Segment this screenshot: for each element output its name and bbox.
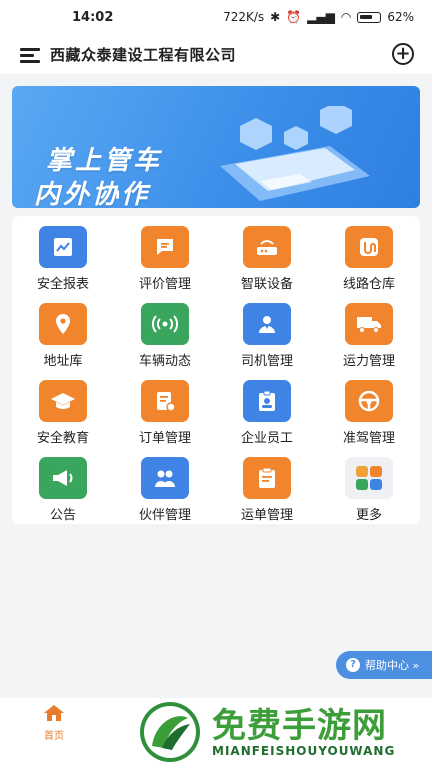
- grid-item-label: 伙伴管理: [138, 508, 191, 523]
- grid-item-label: 更多: [355, 508, 382, 523]
- add-icon[interactable]: +: [392, 43, 414, 65]
- grid-item-more[interactable]: 更多: [318, 449, 420, 526]
- device-illustration-icon: [220, 106, 370, 201]
- promo-banner[interactable]: 掌上管车 内外协作: [12, 86, 420, 208]
- title-bar: 西藏众泰建设工程有限公司 +: [0, 34, 432, 74]
- menu-icon[interactable]: [20, 47, 40, 63]
- signal-broadcast-icon: [141, 303, 189, 345]
- grid-item-label: 评价管理: [138, 277, 191, 292]
- home-icon: [44, 705, 64, 721]
- status-right: 722K/s ✱ ⏰ ▂▄▆ ◠ 62%: [223, 10, 414, 24]
- device-router-icon: [243, 226, 291, 268]
- wifi-icon: ◠: [340, 10, 352, 24]
- grid-item-label: 运单管理: [240, 508, 293, 523]
- alarm-icon: ⏰: [286, 10, 302, 24]
- bluetooth-icon: ✱: [270, 10, 281, 24]
- status-time: 14:02: [72, 10, 114, 25]
- grid-item-order-management[interactable]: 订单管理: [114, 372, 216, 449]
- grid-item-label: 司机管理: [240, 354, 293, 369]
- battery-level: 62%: [387, 10, 414, 24]
- nav-home-label: 首页: [44, 731, 64, 742]
- banner-line-1: 掌上管车: [46, 146, 163, 176]
- employee-badge-icon: [243, 380, 291, 422]
- truck-icon: [345, 303, 393, 345]
- order-document-icon: [141, 380, 189, 422]
- status-bar: 14:02 722K/s ✱ ⏰ ▂▄▆ ◠ 62%: [0, 0, 432, 34]
- network-speed: 722K/s: [223, 10, 265, 24]
- partners-icon: [141, 457, 189, 499]
- grid-item-label: 线路仓库: [342, 277, 395, 292]
- graduation-cap-icon: [39, 380, 87, 422]
- grid-item-driver-management[interactable]: 司机管理: [216, 295, 318, 372]
- grid-item-safety-education[interactable]: 安全教育: [12, 372, 114, 449]
- grid-item-label: 安全报表: [36, 277, 89, 292]
- company-title: 西藏众泰建设工程有限公司: [50, 46, 237, 64]
- grid-item-route-warehouse[interactable]: 线路仓库: [318, 218, 420, 295]
- grid-item-label: 智联设备: [240, 277, 293, 292]
- grid-item-driving-permit[interactable]: 准驾管理: [318, 372, 420, 449]
- location-pin-icon: [39, 303, 87, 345]
- steering-wheel-icon: [345, 380, 393, 422]
- grid-item-label: 准驾管理: [342, 431, 395, 446]
- grid-item-label: 安全教育: [36, 431, 89, 446]
- driver-user-icon: [243, 303, 291, 345]
- help-label: 帮助中心 »: [365, 659, 420, 672]
- megaphone-icon: [39, 457, 87, 499]
- grid-item-waybill[interactable]: 运单管理: [216, 449, 318, 526]
- grid-item-label: 公告: [49, 508, 76, 523]
- grid-item-safety-report[interactable]: 安全报表: [12, 218, 114, 295]
- grid-item-smart-device[interactable]: 智联设备: [216, 218, 318, 295]
- grid-item-capacity-management[interactable]: 运力管理: [318, 295, 420, 372]
- cell-signal-icon: ▂▄▆: [307, 10, 335, 24]
- grid-item-partners[interactable]: 伙伴管理: [114, 449, 216, 526]
- grid-item-employees[interactable]: 企业员工: [216, 372, 318, 449]
- grid-item-evaluation[interactable]: 评价管理: [114, 218, 216, 295]
- help-icon: ?: [346, 658, 360, 672]
- grid-item-address-book[interactable]: 地址库: [12, 295, 114, 372]
- watermark-logo-icon: [140, 702, 200, 762]
- watermark-text: 免费手游网: [212, 706, 387, 746]
- grid-item-label: 运力管理: [342, 354, 395, 369]
- function-grid: 安全报表 评价管理 智联设备 线路仓库 地址库 车辆动态 司机管理 运力管理 安…: [12, 216, 420, 524]
- watermark-subtext: MIANFEISHOUYOUWANG: [212, 744, 396, 758]
- grid-item-announcement[interactable]: 公告: [12, 449, 114, 526]
- grid-item-vehicle-status[interactable]: 车辆动态: [114, 295, 216, 372]
- comment-icon: [141, 226, 189, 268]
- more-apps-icon: [345, 457, 393, 499]
- grid-item-label: 订单管理: [138, 431, 191, 446]
- banner-line-2: 内外协作: [34, 180, 151, 208]
- route-warehouse-icon: [345, 226, 393, 268]
- battery-icon: [357, 11, 382, 23]
- grid-item-label: 地址库: [43, 354, 83, 369]
- grid-item-label: 车辆动态: [138, 354, 191, 369]
- waybill-clipboard-icon: [243, 457, 291, 499]
- grid-item-label: 企业员工: [240, 431, 293, 446]
- report-chart-icon: [39, 226, 87, 268]
- nav-home[interactable]: 首页: [38, 704, 70, 742]
- help-center-button[interactable]: ? 帮助中心 »: [336, 651, 432, 679]
